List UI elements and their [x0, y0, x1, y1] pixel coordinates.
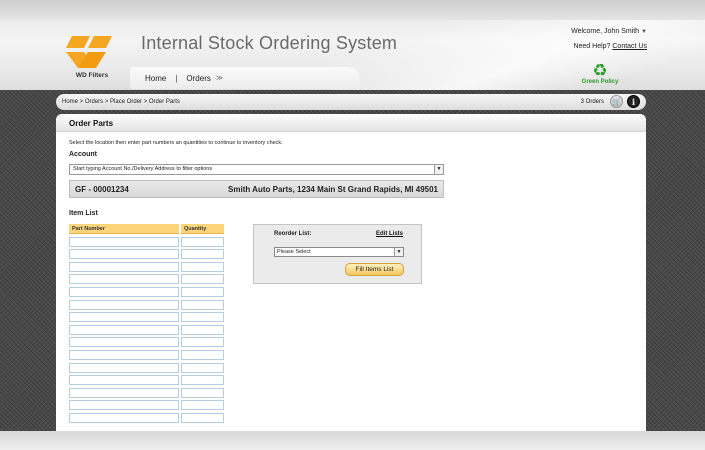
table-row: [69, 349, 224, 360]
table-row: [69, 375, 224, 386]
part-number-input[interactable]: [69, 412, 179, 423]
table-row: [69, 324, 224, 335]
table-row: [69, 312, 224, 323]
contact-us-link[interactable]: Contact Us: [612, 43, 647, 50]
table-row: [69, 261, 224, 272]
green-policy-label: Green Policy: [581, 79, 619, 85]
quantity-input[interactable]: [181, 412, 224, 423]
part-number-input[interactable]: [69, 274, 179, 285]
part-number-input[interactable]: [69, 299, 179, 310]
quantity-input[interactable]: [181, 299, 224, 310]
table-row: [69, 400, 224, 411]
account-address: Smith Auto Parts, 1234 Main St Grand Rap…: [228, 184, 438, 194]
quantity-input[interactable]: [181, 324, 224, 335]
table-row: [69, 362, 224, 373]
part-number-input[interactable]: [69, 236, 179, 247]
recycle-icon: ♻: [592, 61, 608, 80]
quantity-input[interactable]: [181, 349, 224, 360]
reorder-panel: Reorder List: Edit Lists Please Select ▼…: [253, 224, 422, 284]
nav-home[interactable]: Home: [145, 74, 166, 83]
part-number-input[interactable]: [69, 312, 179, 323]
account-label: Account: [69, 151, 97, 158]
part-number-input[interactable]: [69, 261, 179, 272]
table-header: Part Number Quantity: [69, 224, 224, 234]
caret-down-icon[interactable]: ▼: [641, 29, 647, 35]
breadcrumb[interactable]: Home > Orders > Place Order > Order Part…: [62, 99, 180, 105]
user-menu[interactable]: Welcome, John Smith ▼: [571, 28, 647, 35]
selected-account: GF - 00001234 Smith Auto Parts, 1234 Mai…: [69, 180, 444, 198]
quantity-input[interactable]: [181, 375, 224, 386]
quantity-input[interactable]: [181, 261, 224, 272]
quantity-input[interactable]: [181, 362, 224, 373]
instructions-text: Select the location then enter part numb…: [69, 140, 283, 146]
app-header: WD Filters Internal Stock Ordering Syste…: [0, 0, 705, 90]
part-number-input[interactable]: [69, 249, 179, 260]
help-prefix: Need Help?: [573, 43, 611, 50]
help-area: Need Help? Contact Us: [573, 43, 647, 50]
table-row: [69, 274, 224, 285]
logo-text: WD Filters: [75, 72, 109, 79]
app-title: Internal Stock Ordering System: [141, 33, 398, 53]
item-list-label: Item List: [69, 210, 98, 217]
nav-orders[interactable]: Orders: [186, 74, 210, 83]
fill-items-list-button[interactable]: Fill Items List: [345, 263, 404, 276]
table-row: [69, 299, 224, 310]
main-nav: Home | Orders ≫: [130, 67, 360, 89]
quantity-input[interactable]: [181, 387, 224, 398]
cart-icon[interactable]: 🛒: [610, 95, 623, 108]
cart-area: 3 Orders 🛒 i: [581, 95, 640, 108]
part-number-input[interactable]: [69, 362, 179, 373]
header-swoosh: [330, 20, 705, 90]
quantity-input[interactable]: [181, 286, 224, 297]
account-search-select[interactable]: Start typing Account No./Delivery Addres…: [69, 164, 444, 175]
table-row: [69, 337, 224, 348]
orders-count[interactable]: 3 Orders: [581, 99, 604, 105]
reorder-select[interactable]: Please Select ▼: [274, 247, 404, 257]
welcome-text: Welcome, John Smith: [571, 28, 640, 35]
info-icon[interactable]: i: [627, 95, 640, 108]
edit-lists-link[interactable]: Edit Lists: [376, 231, 403, 237]
green-policy[interactable]: ♻ Green Policy: [578, 62, 622, 85]
nav-separator: |: [175, 73, 178, 83]
dropdown-arrow-icon[interactable]: ▼: [434, 165, 443, 174]
reorder-label: Reorder List:: [274, 231, 312, 237]
quantity-input[interactable]: [181, 236, 224, 247]
part-number-header: Part Number: [69, 224, 179, 234]
order-parts-panel: Order Parts Select the location then ent…: [56, 114, 646, 431]
quantity-input[interactable]: [181, 249, 224, 260]
table-row: [69, 236, 224, 247]
part-number-input[interactable]: [69, 286, 179, 297]
part-number-input[interactable]: [69, 375, 179, 386]
quantity-input[interactable]: [181, 312, 224, 323]
panel-title: Order Parts: [56, 114, 646, 132]
table-row: [69, 286, 224, 297]
dropdown-arrow-icon[interactable]: ▼: [394, 248, 403, 256]
table-row: [69, 387, 224, 398]
top-strip: [0, 0, 705, 20]
quantity-input[interactable]: [181, 400, 224, 411]
item-list-table: Part Number Quantity: [69, 224, 224, 423]
chevron-down-icon[interactable]: ≫: [216, 74, 223, 82]
part-number-input[interactable]: [69, 337, 179, 348]
quantity-input[interactable]: [181, 337, 224, 348]
part-number-input[interactable]: [69, 349, 179, 360]
table-row: [69, 249, 224, 260]
reorder-select-value: Please Select: [277, 249, 311, 255]
part-number-input[interactable]: [69, 387, 179, 398]
quantity-header: Quantity: [181, 224, 224, 234]
bottom-strip: [0, 431, 705, 450]
account-select-placeholder: Start typing Account No./Delivery Addres…: [73, 166, 213, 172]
part-number-input[interactable]: [69, 400, 179, 411]
account-id: GF - 00001234: [75, 184, 129, 194]
quantity-input[interactable]: [181, 274, 224, 285]
table-row: [69, 412, 224, 423]
breadcrumb-bar: Home > Orders > Place Order > Order Part…: [56, 94, 646, 110]
part-number-input[interactable]: [69, 324, 179, 335]
